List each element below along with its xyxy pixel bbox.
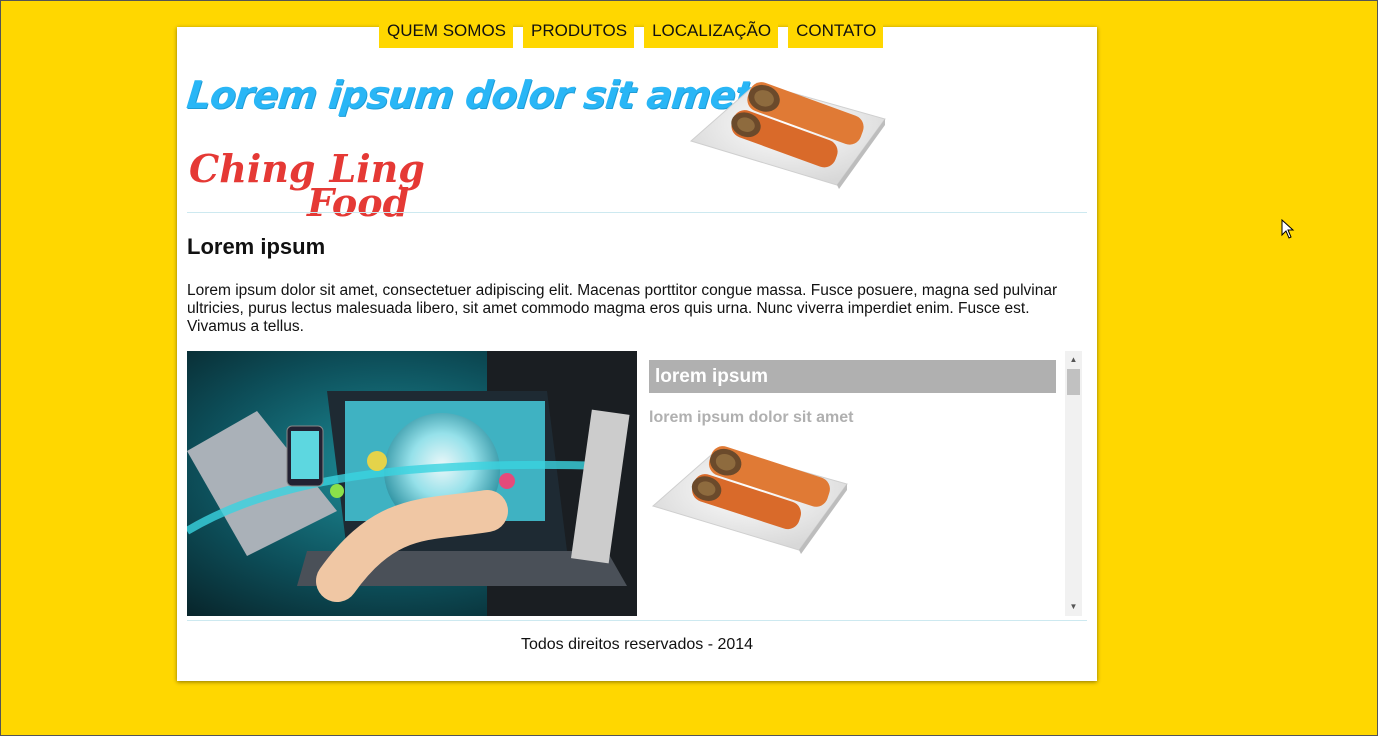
scroll-up-arrow-icon[interactable]: ▲ <box>1065 353 1082 367</box>
nav-contato[interactable]: CONTATO <box>788 17 884 48</box>
page-title: Lorem ipsum <box>187 234 326 259</box>
featured-scroll-box[interactable]: lorem ipsum lorem ipsum dolor sit amet ▲… <box>647 351 1082 616</box>
footer-copyright: Todos direitos reservados - 2014 <box>520 636 754 653</box>
nav-produtos[interactable]: PRODUTOS <box>523 17 635 48</box>
main-nav: QUEM SOMOS PRODUTOS LOCALIZAÇÃO CONTATO <box>379 17 884 48</box>
footer-divider <box>187 620 1087 621</box>
brand-word-ching: Ching <box>189 146 316 191</box>
header-divider <box>187 212 1087 213</box>
scroll-down-arrow-icon[interactable]: ▼ <box>1065 600 1082 614</box>
header-slogan: Lorem ipsum dolor sit amet <box>184 73 755 117</box>
vertical-scrollbar[interactable]: ▲ ▼ <box>1065 351 1082 616</box>
nav-quem-somos[interactable]: QUEM SOMOS <box>379 17 514 48</box>
spring-roll-thumbnail <box>651 446 848 554</box>
nav-localizacao[interactable]: LOCALIZAÇÃO <box>644 17 779 48</box>
intro-paragraph: Lorem ipsum dolor sit amet, consectetuer… <box>187 282 1058 335</box>
technology-image <box>187 351 637 616</box>
featured-header: lorem ipsum <box>649 360 1056 393</box>
featured-subtitle: lorem ipsum dolor sit amet <box>649 409 854 426</box>
scrollbar-thumb[interactable] <box>1067 369 1080 395</box>
spring-roll-image <box>689 82 886 189</box>
mouse-cursor-icon <box>1281 219 1295 239</box>
brand-word-food: Food <box>307 180 410 225</box>
